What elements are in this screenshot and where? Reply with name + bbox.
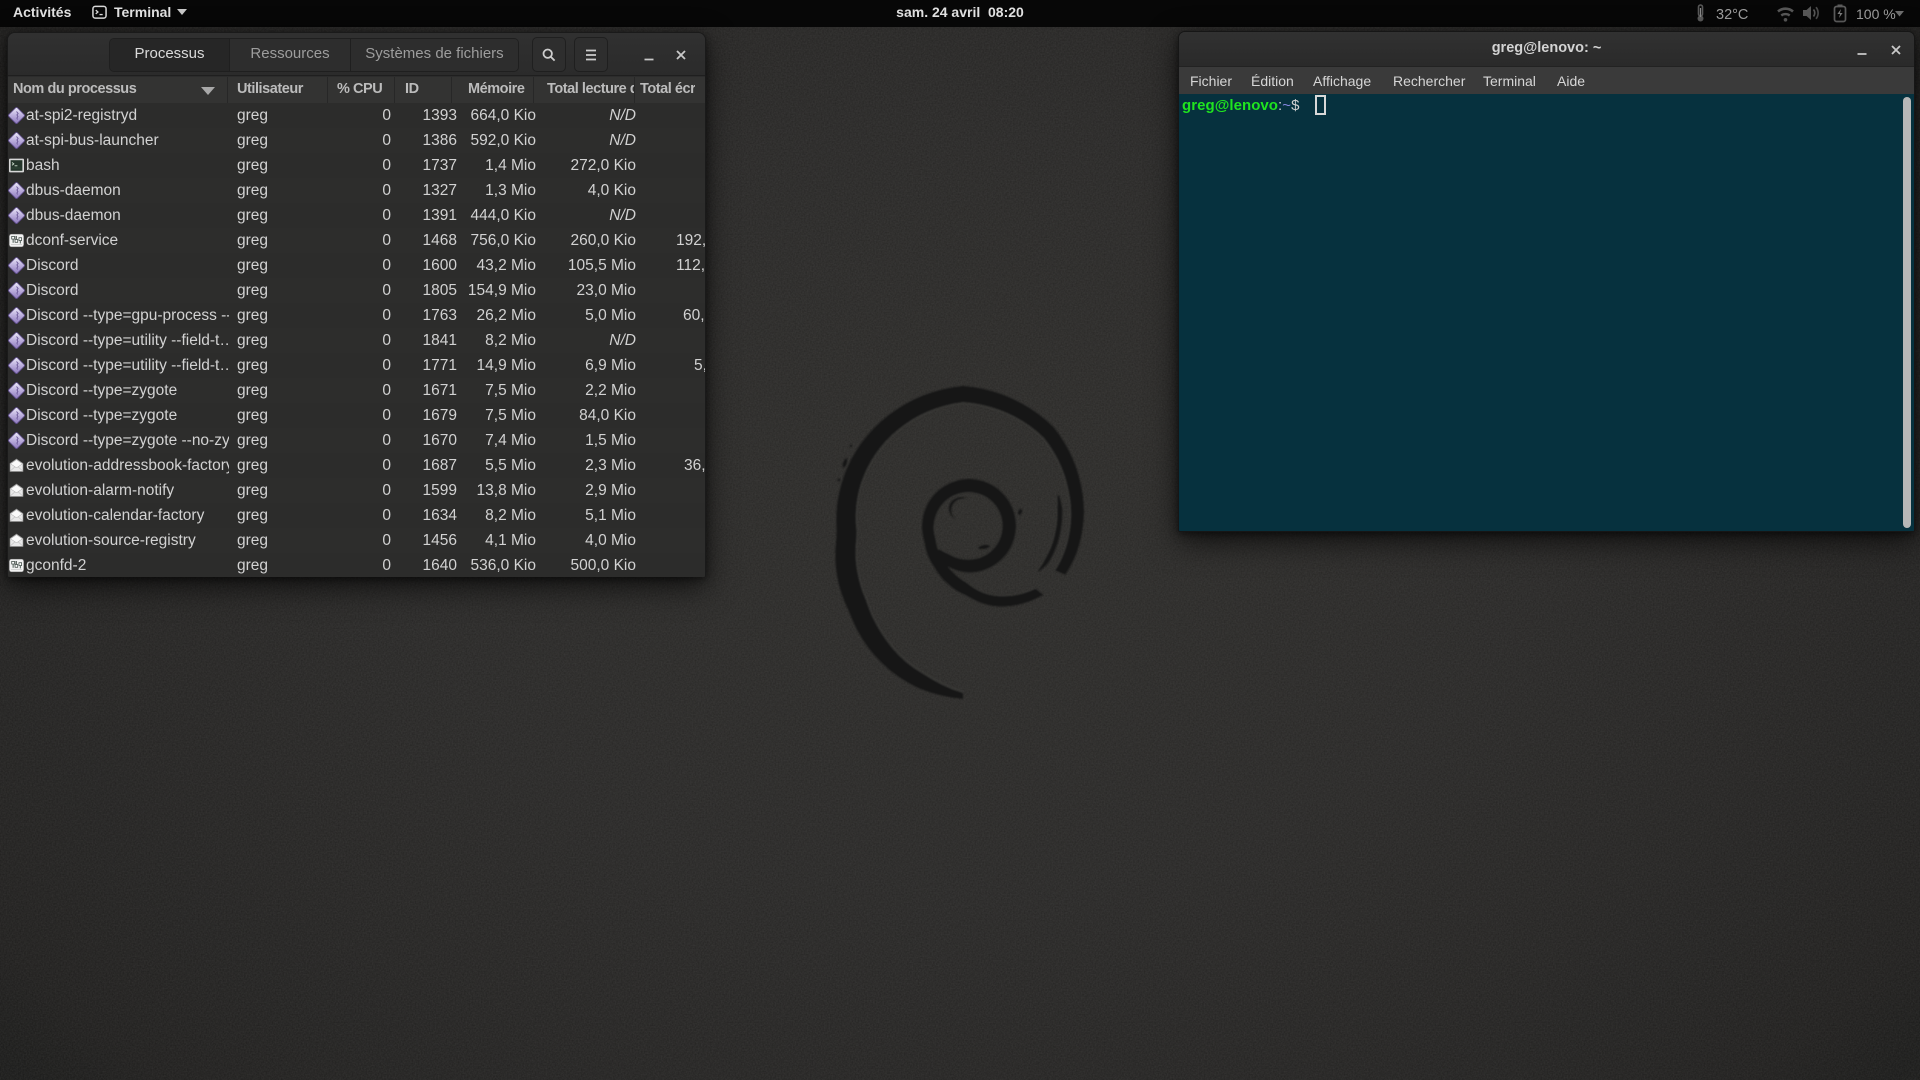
- svg-text:100 %: 100 %: [1856, 6, 1896, 22]
- svg-text:32°C: 32°C: [1716, 7, 1748, 23]
